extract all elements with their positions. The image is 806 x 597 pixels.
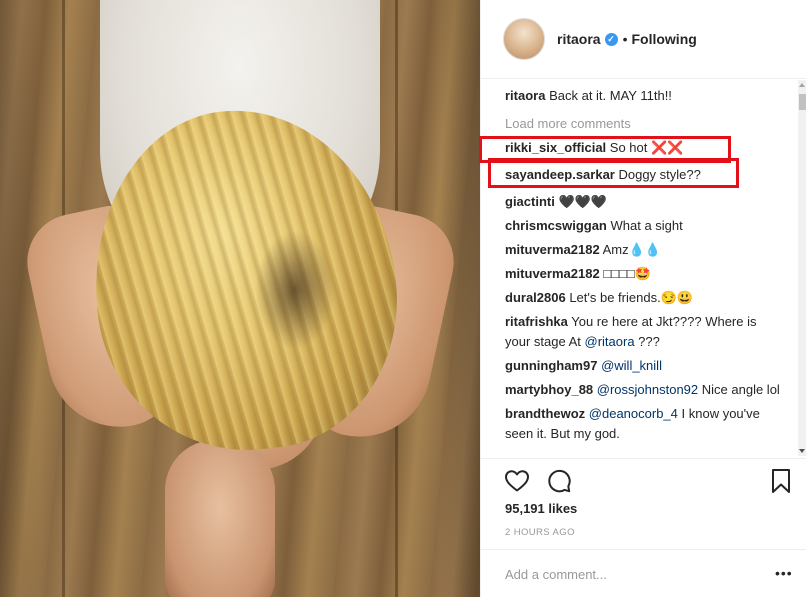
- comment-bubble-icon[interactable]: [545, 467, 573, 495]
- comment-item: gunningham97 @will_knill: [505, 356, 785, 376]
- more-options-icon[interactable]: •••: [775, 566, 793, 580]
- comment-text: So hot ❌❌: [606, 140, 684, 155]
- header-separator: •: [622, 31, 628, 47]
- comment-item: dural2806 Let's be friends.😏😃: [505, 288, 785, 308]
- comment-item: mituverma2182 □□□□🤩: [505, 264, 785, 284]
- bookmark-icon[interactable]: [770, 468, 792, 494]
- post-photo[interactable]: [0, 0, 480, 597]
- comment-item: brandthewoz @deanocorb_4 I know you've s…: [505, 404, 785, 444]
- comment-username[interactable]: sayandeep.sarkar: [505, 167, 615, 182]
- likes-count[interactable]: 95,191 likes: [505, 501, 577, 516]
- avatar[interactable]: [503, 18, 545, 60]
- following-button[interactable]: Following: [631, 31, 696, 47]
- comment-text: Doggy style??: [614, 167, 701, 182]
- post-timestamp: 2 HOURS AGO: [505, 527, 575, 538]
- load-more-comments-button[interactable]: Load more comments: [505, 114, 785, 134]
- verified-badge-icon: ✓: [604, 32, 618, 46]
- action-bar: [503, 466, 587, 496]
- comment-item: ritafrishka You re here at Jkt???? Where…: [505, 312, 785, 352]
- comment-text: Let's be friends.😏😃: [565, 290, 694, 305]
- caption-username[interactable]: ritaora: [505, 88, 545, 103]
- scroll-up-arrow-icon[interactable]: [799, 83, 805, 87]
- comment-mention[interactable]: @deanocorb_4: [589, 406, 678, 421]
- photo-hands: [165, 440, 275, 597]
- comment-username[interactable]: ritafrishka: [505, 314, 568, 329]
- comment-username[interactable]: giactinti: [505, 194, 555, 209]
- divider: [481, 549, 806, 550]
- comment-text: 🖤🖤🖤: [554, 194, 608, 209]
- comment-mention[interactable]: @will_knill: [601, 358, 662, 373]
- comment-text: Amz💧💧: [599, 242, 661, 257]
- comment-item: giactinti 🖤🖤🖤: [505, 192, 785, 212]
- comment-username[interactable]: gunningham97: [505, 358, 597, 373]
- comment-username[interactable]: mituverma2182: [505, 242, 600, 257]
- comment-username[interactable]: mituverma2182: [505, 266, 600, 281]
- divider: [481, 458, 806, 459]
- photo-hair-shadow: [255, 230, 335, 350]
- comment-item: rikki_six_official So hot ❌❌: [505, 138, 785, 158]
- comment-text-rest: Nice angle lol: [698, 382, 780, 397]
- comment-item: martybhoy_88 @rossjohnston92 Nice angle …: [505, 380, 785, 400]
- comments-list[interactable]: ritaora Back at it. MAY 11th!! Load more…: [505, 86, 785, 458]
- comment-username[interactable]: rikki_six_official: [505, 140, 606, 155]
- comment-mention[interactable]: @rossjohnston92: [597, 382, 698, 397]
- heart-icon[interactable]: [503, 467, 531, 495]
- comments-scrollbar[interactable]: [798, 80, 806, 456]
- comment-username[interactable]: brandthewoz: [505, 406, 585, 421]
- post-panel: ritaora ✓ • Following ritaora Back at it…: [480, 0, 806, 597]
- caption-text: Back at it. MAY 11th!!: [545, 88, 672, 103]
- scrollbar-thumb[interactable]: [799, 94, 806, 110]
- comment-username[interactable]: dural2806: [505, 290, 566, 305]
- comment-text: □□□□🤩: [599, 266, 651, 281]
- comment-username[interactable]: martybhoy_88: [505, 382, 593, 397]
- scroll-down-arrow-icon[interactable]: [799, 449, 805, 453]
- header-username[interactable]: ritaora: [557, 31, 601, 47]
- caption: ritaora Back at it. MAY 11th!!: [505, 86, 785, 106]
- comment-mention[interactable]: @ritaora: [585, 334, 635, 349]
- comment-item: sayandeep.sarkar Doggy style??: [505, 165, 785, 185]
- add-comment-input[interactable]: [505, 562, 755, 586]
- comment-text-rest: ???: [634, 334, 660, 349]
- comment-item: mituverma2182 Amz💧💧: [505, 240, 785, 260]
- post-header: ritaora ✓ • Following: [481, 0, 806, 79]
- comment-item: chrismcswiggan What a sight: [505, 216, 785, 236]
- comment-username[interactable]: chrismcswiggan: [505, 218, 607, 233]
- comment-text: What a sight: [606, 218, 683, 233]
